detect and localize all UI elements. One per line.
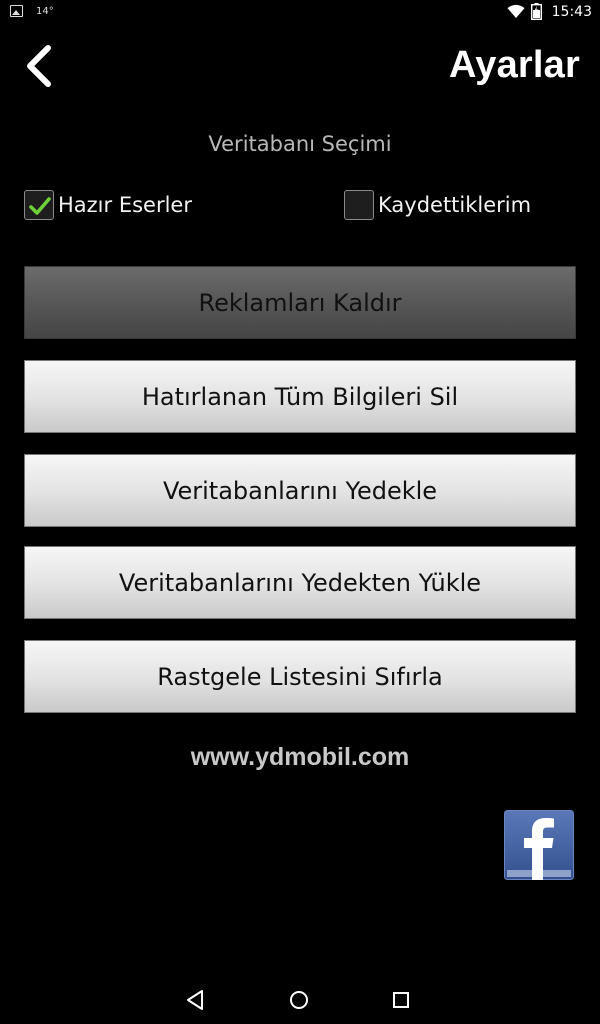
battery-icon [530,3,542,20]
wifi-icon [507,4,525,18]
backup-database-button[interactable]: Veritabanlarını Yedekle [24,454,576,527]
status-bar: 14° 15:43 [0,0,600,26]
checkbox-label: Hazır Eserler [58,193,192,217]
chevron-left-icon [27,45,51,87]
facebook-button[interactable] [504,810,574,880]
facebook-icon [504,810,574,880]
check-icon [29,197,51,215]
back-button[interactable] [18,42,62,90]
clock-text: 15:43 [551,3,592,20]
website-link[interactable]: www.ydmobil.com [0,743,600,772]
nav-back-icon[interactable] [184,988,208,1012]
temperature-text: 14° [36,5,54,17]
status-right: 15:43 [507,3,592,20]
page-title: Ayarlar [449,44,580,86]
status-left: 14° [10,5,54,17]
checkbox-kaydettiklerim[interactable]: Kaydettiklerim [344,190,531,220]
restore-database-button[interactable]: Veritabanlarını Yedekten Yükle [24,546,576,619]
checkbox-hazir-eserler[interactable]: Hazır Eserler [24,190,192,220]
image-notification-icon [10,5,23,17]
nav-home-icon[interactable] [287,988,311,1012]
navigation-bar [0,976,600,1024]
checkbox-label: Kaydettiklerim [378,193,532,217]
clear-remembered-button[interactable]: Hatırlanan Tüm Bilgileri Sil [24,360,576,433]
reset-random-list-button[interactable]: Rastgele Listesini Sıfırla [24,640,576,713]
remove-ads-button[interactable]: Reklamları Kaldır [24,266,576,339]
database-selection-label: Veritabanı Seçimi [208,132,392,156]
checkbox-box[interactable] [24,190,54,220]
checkbox-box[interactable] [344,190,374,220]
nav-recents-icon[interactable] [389,988,413,1012]
settings-screen: 14° 15:43 Ayarlar Veritabanı Seçimi Hazı… [0,0,600,1024]
